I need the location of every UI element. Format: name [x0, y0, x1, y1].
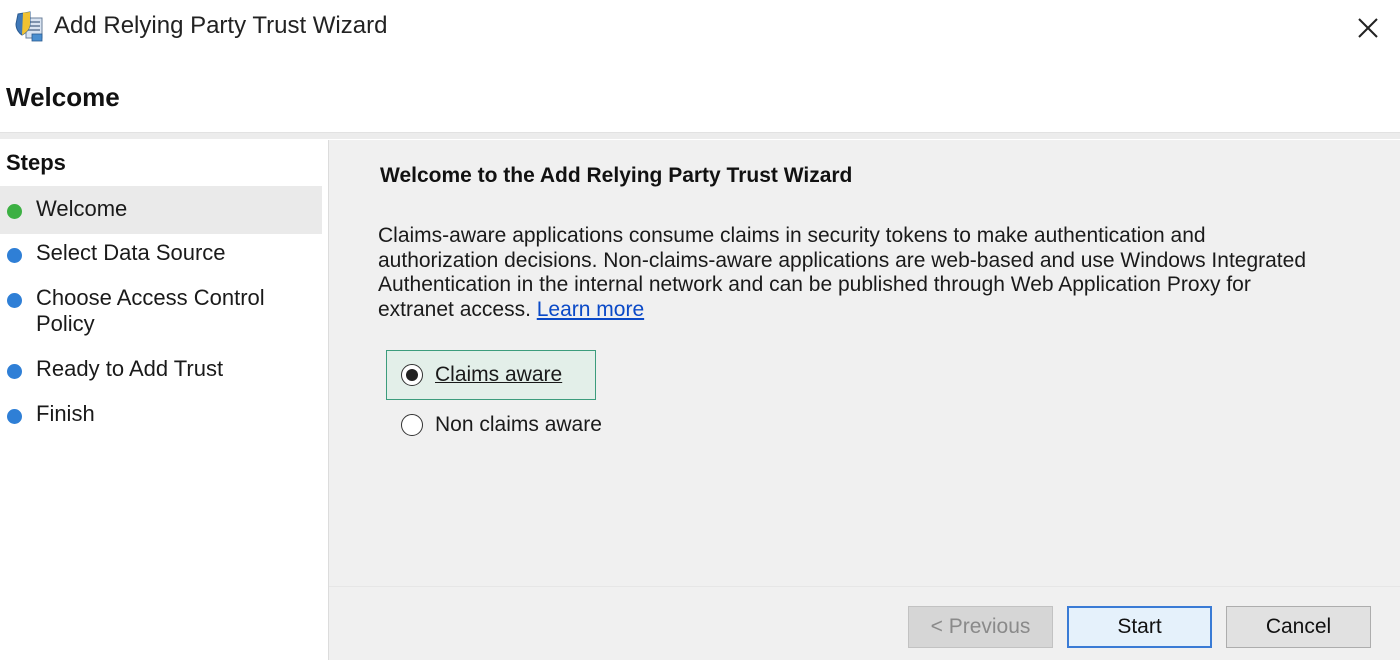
close-button[interactable]	[1350, 10, 1386, 46]
steps-sidebar: Steps Welcome Select Data Source Choose …	[0, 140, 329, 660]
step-label: Select Data Source	[36, 240, 226, 265]
step-choose-access-control-policy[interactable]: Choose Access Control Policy	[0, 283, 322, 339]
claims-aware-radio[interactable]	[401, 364, 423, 386]
cancel-button[interactable]: Cancel	[1226, 606, 1371, 648]
learn-more-link[interactable]: Learn more	[537, 298, 644, 321]
steps-heading: Steps	[6, 150, 66, 175]
previous-button[interactable]: < Previous	[908, 606, 1053, 648]
step-label: Finish	[36, 401, 95, 426]
step-select-data-source[interactable]: Select Data Source	[0, 238, 322, 272]
radio-selected-dot	[406, 369, 418, 381]
claims-aware-label: Claims aware	[435, 363, 563, 386]
step-status-pending-icon	[7, 248, 22, 263]
step-welcome[interactable]: Welcome	[0, 186, 322, 234]
relying-party-trust-icon	[15, 11, 43, 42]
wizard-content: Welcome to the Add Relying Party Trust W…	[329, 140, 1400, 660]
step-status-pending-icon	[7, 364, 22, 379]
close-icon	[1358, 18, 1378, 38]
non-claims-aware-radio-option[interactable]: Non claims aware	[401, 408, 602, 442]
footer-divider	[329, 586, 1400, 587]
wizard-window: Add Relying Party Trust Wizard Welcome S…	[0, 0, 1400, 660]
start-button[interactable]: Start	[1067, 606, 1212, 648]
non-claims-aware-radio[interactable]	[401, 414, 423, 436]
content-heading: Welcome to the Add Relying Party Trust W…	[380, 164, 853, 187]
non-claims-aware-label: Non claims aware	[435, 413, 602, 436]
header-divider	[0, 132, 1400, 139]
window-title: Add Relying Party Trust Wizard	[54, 12, 388, 39]
step-label: Choose Access Control Policy	[36, 285, 265, 336]
step-finish[interactable]: Finish	[0, 399, 322, 433]
step-status-pending-icon	[7, 293, 22, 308]
step-label: Ready to Add Trust	[36, 356, 224, 381]
description-body: Claims-aware applications consume claims…	[378, 224, 1306, 321]
claims-aware-radio-option[interactable]: Claims aware	[386, 350, 596, 400]
title-bar: Add Relying Party Trust Wizard	[0, 0, 1400, 56]
step-status-pending-icon	[7, 409, 22, 424]
step-status-complete-icon	[7, 204, 22, 219]
step-label: Welcome	[36, 196, 128, 221]
page-title: Welcome	[6, 82, 120, 112]
step-ready-to-add-trust[interactable]: Ready to Add Trust	[0, 354, 322, 388]
description-text: Claims-aware applications consume claims…	[378, 224, 1318, 322]
